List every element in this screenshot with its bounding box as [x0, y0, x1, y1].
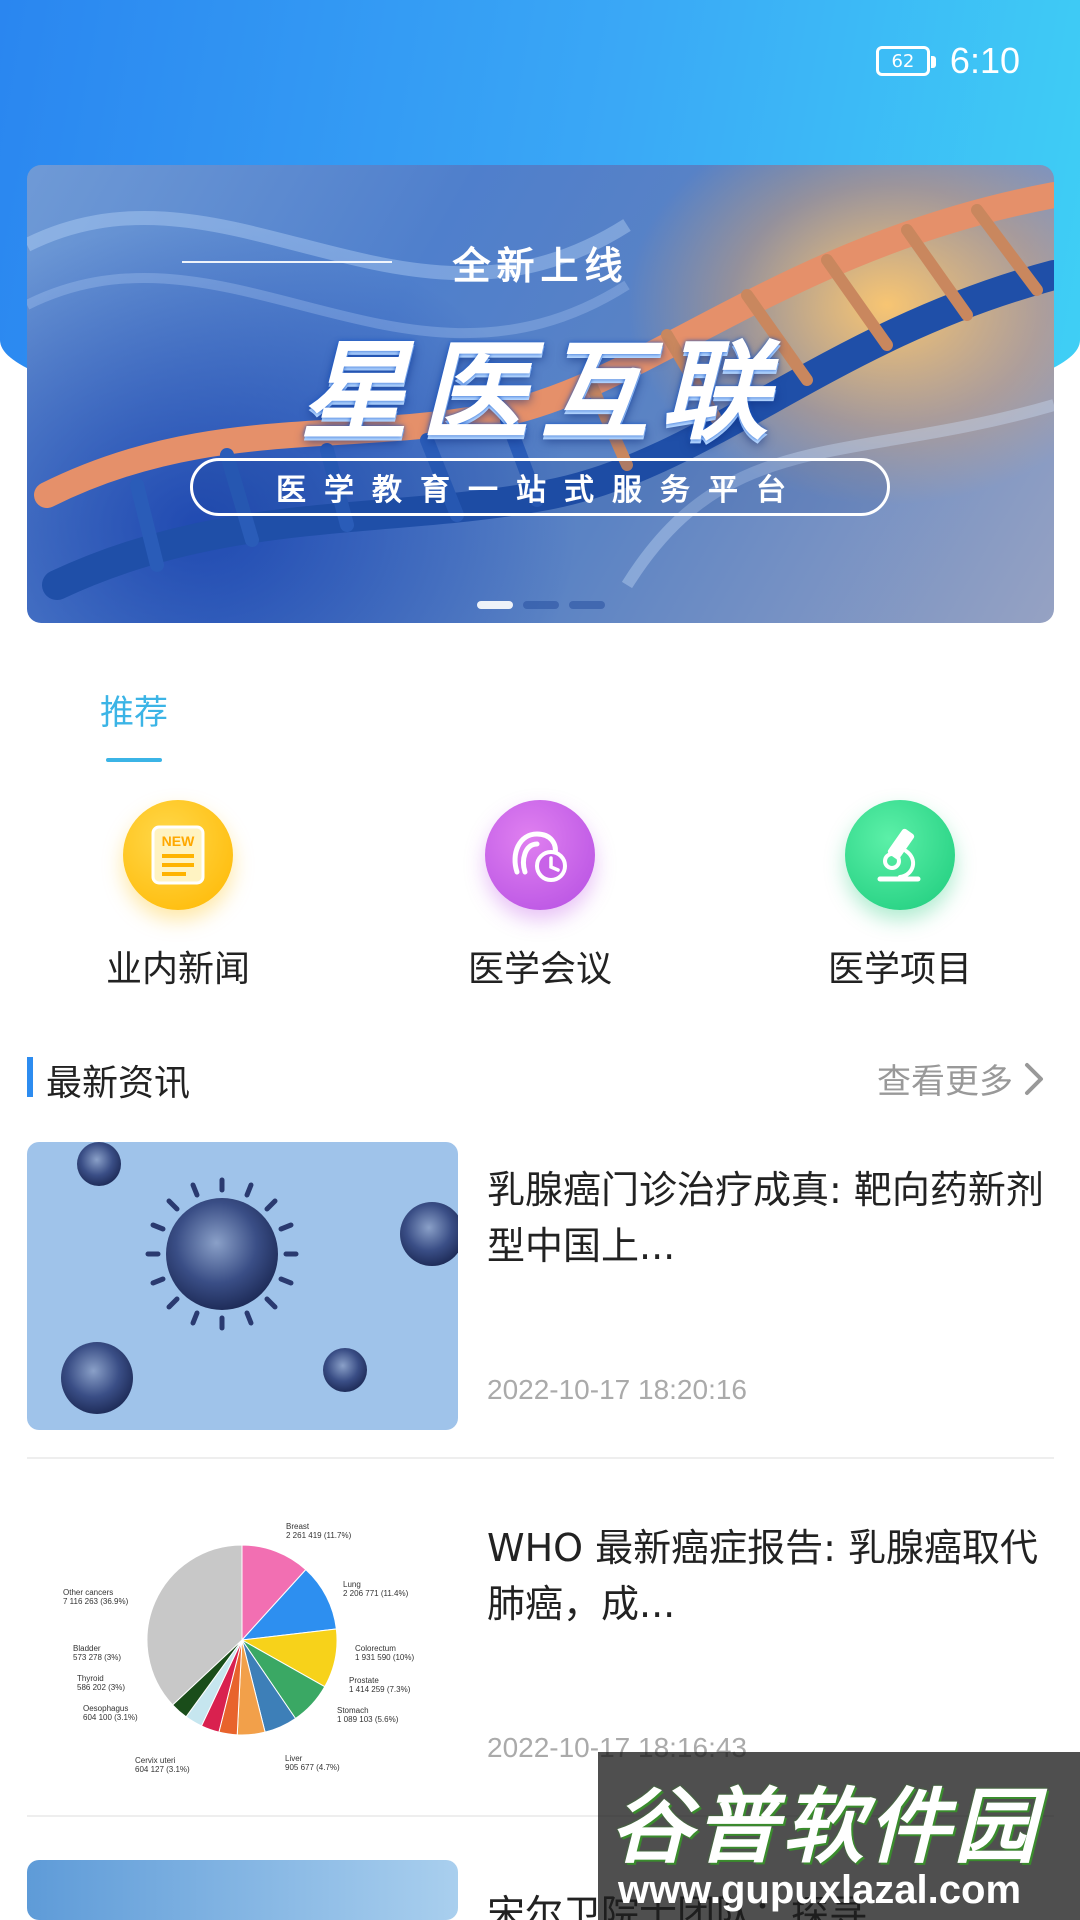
news-thumbnail: Breast 2 261 419 (11.7%) Lung 2 206 771 (1… — [27, 1500, 458, 1788]
pie-label-cervix: Cervix uteri 604 127 (3.1%) — [135, 1756, 190, 1774]
banner-tagline: 医学教育一站式服务平台 — [190, 458, 890, 516]
section-title: 最新资讯 — [46, 1063, 191, 1104]
section-accent-bar — [27, 1057, 33, 1097]
status-bar: 62 6:10 — [875, 40, 1020, 82]
shortcut-label: 医学项目 — [827, 949, 972, 990]
news-thumbnail — [27, 1860, 458, 1920]
microscope-icon — [845, 800, 955, 910]
news-icon: NEW — [123, 800, 233, 910]
news-timestamp: 2022-10-17 18:20:16 — [487, 1374, 747, 1405]
news-title: 乳腺癌门诊治疗成真: 靶向药新剂型中国上... — [487, 1168, 1044, 1268]
carousel-indicator[interactable] — [27, 601, 1054, 609]
shortcut-industry-news[interactable]: NEW 业内新闻 — [58, 800, 298, 992]
battery-level: 62 — [891, 50, 915, 72]
news-title: WHO 最新癌症报告: 乳腺癌取代肺癌，成... — [487, 1526, 1039, 1626]
banner-title: 星医互联 — [300, 330, 781, 455]
pie-label-stomach: Stomach 1 089 103 (5.6%) — [337, 1706, 399, 1724]
news-item[interactable]: Breast 2 261 419 (11.7%) Lung 2 206 771 (1… — [27, 1500, 1054, 1790]
view-more-label: 查看更多 — [877, 1062, 1013, 1102]
pie-label-oesophagus: Oesophagus 604 100 (3.1%) — [83, 1704, 138, 1722]
pie-label-colorectum: Colorectum 1 931 590 (10%) — [355, 1644, 415, 1662]
watermark-url: www.gupuxlazal.com — [618, 1868, 1022, 1912]
news-item[interactable]: 乳腺癌门诊治疗成真: 靶向药新剂型中国上... 2022-10-17 18:20… — [27, 1142, 1054, 1432]
pie-label-liver: Liver 905 677 (4.7%) — [285, 1754, 340, 1772]
pie-label-lung: Lung 2 206 771 (11.4%) — [343, 1580, 409, 1598]
divider — [27, 1457, 1054, 1459]
view-more-link[interactable]: 查看更多 — [877, 1054, 1045, 1103]
tab-active-indicator — [106, 758, 162, 762]
chevron-right-icon — [1025, 1062, 1043, 1095]
battery-icon: 62 — [875, 46, 936, 76]
pie-label-other: Other cancers 7 116 263 (36.9%) — [63, 1588, 129, 1606]
pie-label-bladder: Bladder 573 278 (3%) — [73, 1644, 122, 1662]
shortcut-medical-project[interactable]: 医学项目 — [780, 800, 1020, 992]
pie-label-thyroid: Thyroid 586 202 (3%) — [77, 1674, 126, 1692]
news-thumbnail — [27, 1142, 458, 1430]
shortcut-medical-meeting[interactable]: 医学会议 — [420, 800, 660, 992]
pie-label-prostate: Prostate 1 414 259 (7.3%) — [349, 1676, 411, 1694]
virus-image — [61, 1142, 458, 1414]
carousel-dot[interactable] — [568, 601, 605, 609]
shortcut-label: 业内新闻 — [105, 949, 250, 990]
watermark-overlay: 谷普软件园 www.gupuxlazal.com — [598, 1752, 1080, 1920]
carousel-dot[interactable] — [522, 601, 559, 609]
shortcut-label: 医学会议 — [467, 949, 612, 990]
pie-label-breast: Breast 2 261 419 (11.7%) — [286, 1522, 352, 1540]
tab-recommend[interactable]: 推荐 — [100, 685, 168, 734]
clock: 6:10 — [949, 40, 1020, 81]
banner-subtitle: 全新上线 — [452, 244, 629, 288]
meeting-icon — [485, 800, 595, 910]
watermark-title: 谷普软件园 — [610, 1780, 1040, 1875]
carousel-dot[interactable] — [476, 601, 513, 609]
promo-banner[interactable]: 全新上线 星医互联 医学教育一站式服务平台 — [27, 165, 1054, 623]
news-icon-text: NEW — [162, 833, 195, 849]
